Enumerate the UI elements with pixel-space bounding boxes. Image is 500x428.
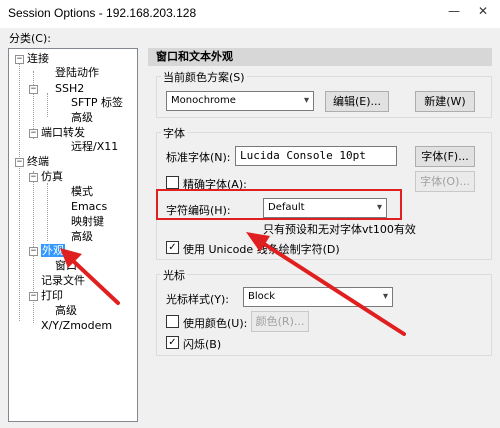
tree-item-printing[interactable]: 打印 [41, 289, 63, 303]
tree-item-ssh-advanced[interactable]: 高级 [71, 111, 93, 125]
annotation-highlight-box [156, 189, 402, 220]
tree-guide-line [19, 61, 20, 161]
tree-item-connect[interactable]: 连接 [27, 52, 49, 66]
normal-font-field[interactable]: Lucida Console 10pt [235, 146, 397, 166]
tree-item-window[interactable]: 窗口 [55, 259, 77, 273]
cursor-group-label: 光标 [161, 267, 187, 283]
use-color-checkbox[interactable] [166, 315, 179, 328]
font-button[interactable]: 字体(F)... [415, 146, 475, 167]
category-tree[interactable]: − 连接 登陆动作 − SSH2 SFTP 标签 高级 − 端口转发 远程/X1… [8, 48, 138, 422]
collapse-icon[interactable]: − [29, 173, 38, 182]
tree-item-emulation-advanced[interactable]: 高级 [71, 230, 93, 244]
panel-title: 窗口和文本外观 [148, 48, 492, 66]
tree-item-ssh2[interactable]: SSH2 [55, 82, 84, 96]
tree-guide-line [19, 161, 20, 321]
unicode-label: 使用 Unicode 线条绘制字符(D) [183, 243, 340, 256]
tree-item-appearance[interactable]: 外观 [41, 244, 65, 258]
blink-label: 闪烁(B) [183, 338, 222, 351]
unicode-checkbox[interactable]: ✓ [166, 241, 179, 254]
window-title: Session Options - 192.168.203.128 [8, 6, 197, 20]
color-scheme-select[interactable]: Monochrome ▾ [166, 91, 314, 111]
tree-item-xyzmodem[interactable]: X/Y/Zmodem [41, 319, 112, 333]
tree-item-terminal[interactable]: 终端 [27, 155, 49, 169]
collapse-icon[interactable]: − [15, 55, 24, 64]
normal-font-label: 标准字体(N): [166, 151, 231, 164]
tree-item-sftp-tab[interactable]: SFTP 标签 [71, 96, 123, 110]
tree-guide-line [47, 93, 48, 117]
category-label: 分类(C): [9, 32, 51, 45]
options-panel: 窗口和文本外观 当前颜色方案(S) Monochrome ▾ 编辑(E)... … [148, 48, 496, 422]
tree-guide-line [47, 183, 48, 241]
cursor-style-select[interactable]: Block ▾ [243, 287, 393, 307]
color-scheme-group: 当前颜色方案(S) Monochrome ▾ 编辑(E)... 新建(W) [156, 69, 492, 118]
use-color-label: 使用颜色(U): [183, 317, 248, 330]
tree-item-remote-x11[interactable]: 远程/X11 [71, 140, 118, 154]
tree-item-port-forward[interactable]: 端口转发 [41, 126, 85, 140]
font-group-label: 字体 [161, 125, 187, 141]
tree-item-log-file[interactable]: 记录文件 [41, 274, 85, 288]
cursor-style-label: 光标样式(Y): [166, 293, 230, 306]
cursor-color-button[interactable]: 颜色(R)... [251, 311, 309, 332]
collapse-icon[interactable]: − [29, 292, 38, 301]
edit-scheme-button[interactable]: 编辑(E)... [325, 91, 389, 112]
tree-item-printing-advanced[interactable]: 高级 [55, 304, 77, 318]
color-scheme-label: 当前颜色方案(S) [161, 69, 247, 85]
title-bar: Session Options - 192.168.203.128 — ✕ [0, 0, 500, 28]
tree-item-mapped-keys[interactable]: 映射键 [71, 215, 104, 229]
chevron-down-icon: ▾ [382, 291, 388, 302]
precise-font-checkbox[interactable] [166, 176, 179, 189]
collapse-icon[interactable]: − [29, 129, 38, 138]
collapse-icon[interactable]: − [29, 85, 38, 94]
tree-item-emacs[interactable]: Emacs [71, 200, 107, 214]
tree-item-modes[interactable]: 模式 [71, 185, 93, 199]
cursor-group: 光标 光标样式(Y): Block ▾ 使用颜色(U): 颜色(R)... ✓ … [156, 267, 492, 356]
collapse-icon[interactable]: − [15, 158, 24, 167]
blink-checkbox[interactable]: ✓ [166, 336, 179, 349]
tree-item-emulation[interactable]: 仿真 [41, 170, 63, 184]
encoding-note: 只有预设和无对字体vt100有效 [263, 223, 416, 236]
tree-item-login-actions[interactable]: 登陆动作 [55, 66, 99, 80]
chevron-down-icon: ▾ [303, 95, 309, 106]
new-scheme-button[interactable]: 新建(W) [415, 91, 475, 112]
minimize-icon[interactable]: — [448, 4, 460, 18]
close-icon[interactable]: ✕ [478, 4, 488, 18]
collapse-icon[interactable]: − [29, 247, 38, 256]
precise-font-button[interactable]: 字体(O)... [415, 171, 475, 192]
